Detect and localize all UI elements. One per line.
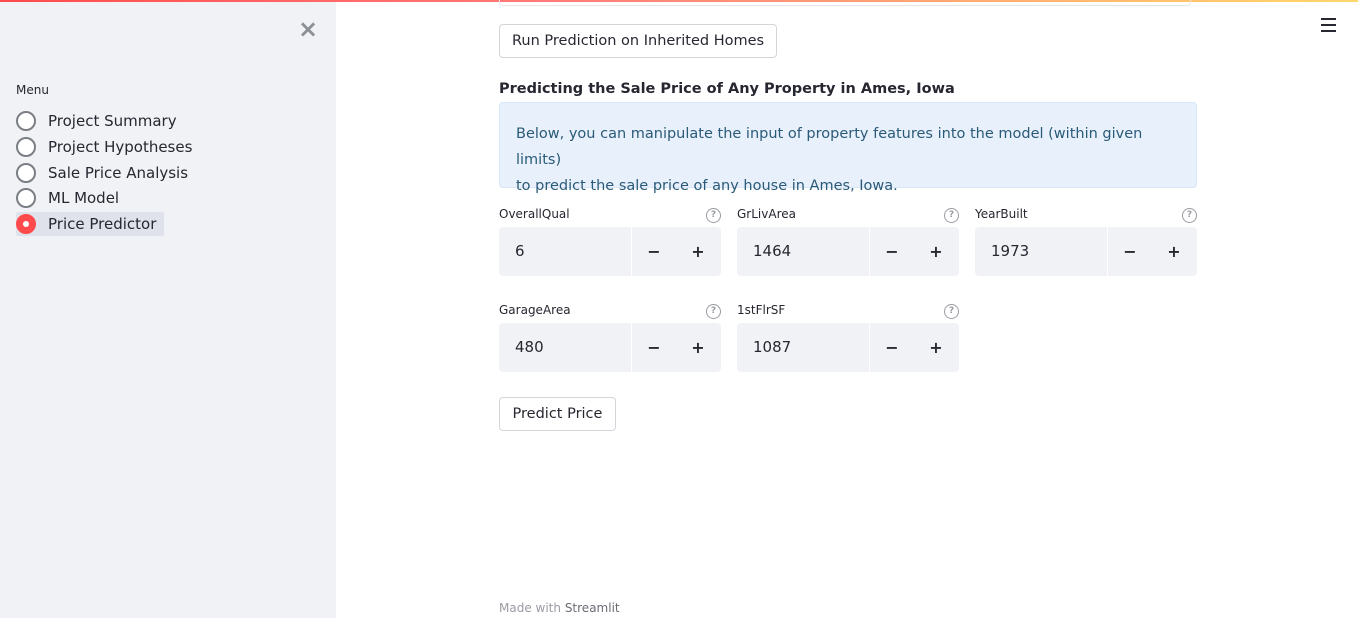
number-input-value[interactable]: 480 bbox=[499, 323, 632, 372]
help-icon[interactable]: ? bbox=[1182, 208, 1197, 223]
number-input: 1464 − + bbox=[737, 227, 959, 276]
help-icon[interactable]: ? bbox=[706, 304, 721, 319]
number-input: 6 − + bbox=[499, 227, 721, 276]
hamburger-icon[interactable] bbox=[1321, 18, 1337, 36]
increment-button[interactable]: + bbox=[914, 323, 958, 372]
decrement-button[interactable]: − bbox=[632, 227, 676, 276]
number-input: 1973 − + bbox=[975, 227, 1197, 276]
info-text-line-2: to predict the sale price of any house i… bbox=[516, 178, 898, 194]
number-input: 480 − + bbox=[499, 323, 721, 372]
close-icon[interactable]: × bbox=[296, 16, 320, 42]
field-label: OverallQual bbox=[499, 207, 570, 221]
number-input: 1087 − + bbox=[737, 323, 959, 372]
run-prediction-button[interactable]: Run Prediction on Inherited Homes bbox=[499, 24, 777, 58]
radio-button-selected-icon[interactable] bbox=[16, 214, 36, 235]
help-icon[interactable]: ? bbox=[944, 208, 959, 223]
decrement-button[interactable]: − bbox=[1108, 227, 1152, 276]
radio-label: ML Model bbox=[48, 189, 120, 208]
radio-label: Project Hypotheses bbox=[48, 137, 193, 156]
field-label: 1stFlrSF bbox=[737, 303, 786, 317]
help-icon[interactable]: ? bbox=[944, 304, 959, 319]
menu-radio-group: Project Summary Project Hypotheses Sale … bbox=[16, 109, 200, 238]
help-icon[interactable]: ? bbox=[706, 208, 721, 223]
radio-project-hypotheses[interactable]: Project Hypotheses bbox=[16, 135, 200, 159]
number-input-value[interactable]: 6 bbox=[499, 227, 632, 276]
field-label: GrLivArea bbox=[737, 207, 796, 221]
radio-price-predictor[interactable]: Price Predictor bbox=[16, 212, 165, 237]
radio-project-summary[interactable]: Project Summary bbox=[16, 109, 185, 133]
menu-label: Menu bbox=[16, 83, 49, 97]
number-input-value[interactable]: 1464 bbox=[737, 227, 870, 276]
decrement-button[interactable]: − bbox=[870, 323, 914, 372]
radio-label: Sale Price Analysis bbox=[48, 163, 189, 182]
radio-label: Price Predictor bbox=[48, 215, 157, 234]
radio-button-icon[interactable] bbox=[16, 188, 36, 209]
info-text-line-1: Below, you can manipulate the input of p… bbox=[516, 126, 1143, 168]
sidebar: × Menu Project Summary Project Hypothese… bbox=[0, 2, 336, 618]
number-input-value[interactable]: 1973 bbox=[975, 227, 1108, 276]
radio-label: Project Summary bbox=[48, 112, 177, 130]
section-title: Predicting the Sale Price of Any Propert… bbox=[499, 81, 955, 97]
increment-button[interactable]: + bbox=[914, 227, 958, 276]
decrement-button[interactable]: − bbox=[632, 323, 676, 372]
decrement-button[interactable]: − bbox=[870, 227, 914, 276]
radio-button-icon[interactable] bbox=[16, 136, 36, 157]
radio-sale-price-analysis[interactable]: Sale Price Analysis bbox=[16, 161, 196, 185]
radio-button-icon[interactable] bbox=[16, 111, 36, 131]
radio-ml-model[interactable]: ML Model bbox=[16, 186, 127, 210]
cutoff-element bbox=[499, 0, 1191, 6]
predict-price-button[interactable]: Predict Price bbox=[499, 397, 616, 431]
number-input-value[interactable]: 1087 bbox=[737, 323, 870, 372]
radio-button-icon[interactable] bbox=[16, 162, 36, 183]
field-label: YearBuilt bbox=[975, 207, 1028, 221]
footer-streamlit-link[interactable]: Streamlit bbox=[565, 601, 620, 615]
footer-made-with: Made with bbox=[499, 601, 561, 615]
increment-button[interactable]: + bbox=[1152, 227, 1196, 276]
increment-button[interactable]: + bbox=[676, 323, 720, 372]
info-alert: Below, you can manipulate the input of p… bbox=[499, 102, 1197, 194]
increment-button[interactable]: + bbox=[676, 227, 720, 276]
footer: Made with Streamlit bbox=[499, 601, 620, 615]
field-label: GarageArea bbox=[499, 303, 571, 317]
